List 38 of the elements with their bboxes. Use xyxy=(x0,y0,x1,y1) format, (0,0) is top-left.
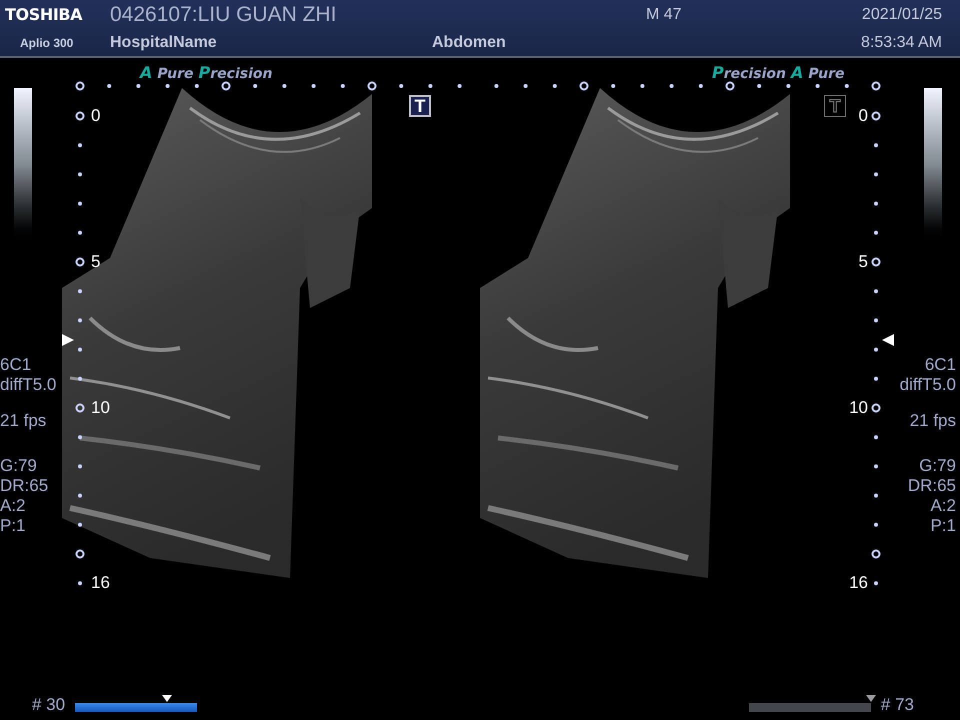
imaging-parameter: G:79 xyxy=(919,456,956,476)
depth-label: 10 xyxy=(849,398,868,418)
imaging-parameter: P:1 xyxy=(0,516,26,536)
exam-type: Abdomen xyxy=(432,33,507,53)
imaging-parameter: 21 fps xyxy=(910,411,956,431)
system-model: Aplio 300 xyxy=(19,35,74,52)
brand-name: TOSHIBA xyxy=(4,4,84,26)
imaging-parameter: DR:65 xyxy=(0,476,48,496)
imaging-parameter: A:2 xyxy=(930,496,956,516)
frame-number: # 30 xyxy=(32,695,66,715)
depth-label: 5 xyxy=(91,252,100,272)
exam-date: 2021/01/25 xyxy=(862,5,942,25)
imaging-parameter: A:2 xyxy=(0,496,26,516)
imaging-parameter: 6C1 xyxy=(924,355,956,375)
exam-time: 8:53:34 AM xyxy=(861,33,942,53)
t-button[interactable]: T xyxy=(409,95,431,117)
brand-logo: A Pure Precision xyxy=(140,62,272,84)
focus-marker-icon xyxy=(62,334,74,346)
hospital-name: HospitalName xyxy=(109,33,218,53)
depth-label: 10 xyxy=(91,398,110,418)
imaging-parameter: P:1 xyxy=(930,516,956,536)
imaging-parameter: DR:65 xyxy=(908,476,956,496)
brand-logo: Precision A Pure xyxy=(712,62,844,84)
imaging-parameter: G:79 xyxy=(0,456,37,476)
depth-label: 0 xyxy=(858,106,868,126)
depth-label: 0 xyxy=(91,106,100,126)
depth-label: 5 xyxy=(858,252,868,272)
patient-id-name: 0426107:LIU GUAN ZHI xyxy=(109,2,338,28)
imaging-parameter: 21 fps xyxy=(0,411,46,431)
imaging-parameter: diffT5.0 xyxy=(0,375,56,395)
focus-marker-icon xyxy=(882,334,894,346)
t-button[interactable]: T xyxy=(824,95,846,117)
sex-age: M 47 xyxy=(646,5,682,25)
imaging-parameter: 6C1 xyxy=(0,355,32,375)
depth-label: 16 xyxy=(91,573,110,593)
frame-number: # 73 xyxy=(880,695,914,715)
depth-label: 16 xyxy=(849,573,868,593)
imaging-parameter: diffT5.0 xyxy=(900,375,956,395)
